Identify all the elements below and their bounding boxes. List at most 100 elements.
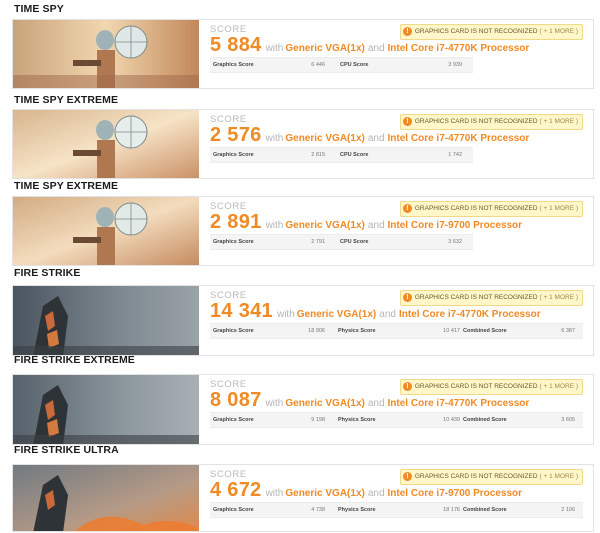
benchmark-card[interactable]: SCORE 14 341 with Generic VGA(1x) and Intel … bbox=[12, 285, 594, 356]
subscore-label: Combined Score bbox=[463, 328, 507, 334]
gpu-link[interactable]: Generic VGA(1x) bbox=[297, 309, 376, 320]
subscore: Combined Score 6 387 bbox=[463, 324, 575, 338]
with-text: with bbox=[265, 43, 284, 54]
subscore-value: 2 106 bbox=[561, 507, 575, 513]
benchmark-title: FIRE STRIKE bbox=[14, 267, 81, 279]
cpu-link[interactable]: Intel Core i7-4770K Processor bbox=[399, 309, 541, 320]
gpu-link[interactable]: Generic VGA(1x) bbox=[285, 488, 364, 499]
cpu-link[interactable]: Intel Core i7-4770K Processor bbox=[388, 43, 530, 54]
gpu-warning-badge[interactable]: ! GRAPHICS CARD IS NOT RECOGNIZED( + 1 MO… bbox=[399, 379, 583, 395]
subscore-value: 6 446 bbox=[311, 62, 325, 68]
and-text: and bbox=[367, 398, 385, 409]
warning-text: GRAPHICS CARD IS NOT RECOGNIZED bbox=[414, 28, 538, 35]
and-text: and bbox=[367, 43, 385, 54]
benchmark-card[interactable]: SCORE 2 576 with Generic VGA(1x) and Intel C… bbox=[12, 109, 594, 179]
warning-more[interactable]: ( + 1 MORE ) bbox=[540, 205, 578, 212]
and-text: and bbox=[379, 309, 396, 320]
benchmark-card[interactable]: SCORE 4 672 with Generic VGA(1x) and Intel C… bbox=[12, 464, 594, 532]
benchmark-card[interactable]: SCORE 5 884 with Generic VGA(1x) and Intel C… bbox=[12, 19, 594, 89]
subscore: Graphics Score 4 738 bbox=[213, 503, 325, 517]
subscore-label: CPU Score bbox=[340, 152, 369, 158]
cpu-link[interactable]: Intel Core i7-4770K Processor bbox=[388, 398, 530, 409]
gpu-warning-badge[interactable]: ! GRAPHICS CARD IS NOT RECOGNIZED( + 1 MO… bbox=[399, 469, 583, 485]
subscore-value: 2 815 bbox=[311, 152, 325, 158]
fire-strike-thumbnail bbox=[13, 286, 199, 355]
subscore-value: 9 198 bbox=[311, 417, 325, 423]
subscore-value: 2 791 bbox=[311, 239, 325, 245]
subscore: Combined Score 2 106 bbox=[463, 503, 575, 517]
subscore: Graphics Score 6 446 bbox=[213, 58, 325, 72]
benchmark-card[interactable]: SCORE 8 087 with Generic VGA(1x) and Intel C… bbox=[12, 374, 594, 445]
score-value: 5 884 bbox=[210, 34, 262, 56]
subscore: Graphics Score 2 791 bbox=[213, 235, 325, 249]
cpu-link[interactable]: Intel Core i7-4770K Processor bbox=[388, 133, 530, 144]
subscore-value: 18 176 bbox=[443, 507, 460, 513]
warning-text: GRAPHICS CARD IS NOT RECOGNIZED bbox=[414, 118, 538, 125]
score-area: SCORE 2 891 with Generic VGA(1x) and Intel C… bbox=[210, 197, 593, 265]
subscore-label: Graphics Score bbox=[213, 62, 254, 68]
score-area: SCORE 2 576 with Generic VGA(1x) and Intel C… bbox=[210, 110, 593, 178]
warning-more[interactable]: ( + 1 MORE ) bbox=[540, 294, 578, 301]
subscore: Physics Score 18 176 bbox=[338, 503, 460, 517]
subscore: Graphics Score 9 198 bbox=[213, 413, 325, 427]
subscore-label: Physics Score bbox=[338, 507, 376, 513]
and-text: and bbox=[367, 220, 385, 231]
with-text: with bbox=[265, 488, 284, 499]
subscore-label: Graphics Score bbox=[213, 417, 254, 423]
subscore-label: Graphics Score bbox=[213, 507, 254, 513]
subscore-value: 1 742 bbox=[448, 152, 462, 158]
gpu-warning-badge[interactable]: ! GRAPHICS CARD IS NOT RECOGNIZED( + 1 MO… bbox=[399, 114, 583, 130]
subscore-label: Physics Score bbox=[338, 328, 376, 334]
warning-text: GRAPHICS CARD IS NOT RECOGNIZED bbox=[414, 205, 538, 212]
with-text: with bbox=[265, 398, 284, 409]
and-text: and bbox=[367, 488, 385, 499]
warning-icon: ! bbox=[402, 471, 412, 481]
warning-icon: ! bbox=[402, 26, 412, 36]
subscore-label: CPU Score bbox=[340, 62, 369, 68]
warning-more[interactable]: ( + 1 MORE ) bbox=[540, 383, 578, 390]
subscore-value: 4 738 bbox=[311, 507, 325, 513]
subscore-label: Combined Score bbox=[463, 417, 507, 423]
gpu-warning-badge[interactable]: ! GRAPHICS CARD IS NOT RECOGNIZED( + 1 MO… bbox=[399, 290, 583, 306]
fire-strike-extreme-thumbnail bbox=[13, 375, 199, 444]
subscore-value: 10 417 bbox=[443, 328, 460, 334]
subscore: Combined Score 3 605 bbox=[463, 413, 575, 427]
cpu-link[interactable]: Intel Core i7-9700 Processor bbox=[388, 220, 523, 231]
subscores-bar: Graphics Score 2 815 CPU Score 1 742 bbox=[210, 147, 473, 163]
subscore: CPU Score 3 939 bbox=[340, 58, 462, 72]
gpu-link[interactable]: Generic VGA(1x) bbox=[285, 398, 364, 409]
warning-icon: ! bbox=[402, 292, 412, 302]
gpu-warning-badge[interactable]: ! GRAPHICS CARD IS NOT RECOGNIZED( + 1 MO… bbox=[399, 201, 583, 217]
with-text: with bbox=[265, 133, 284, 144]
benchmark-title: TIME SPY EXTREME bbox=[14, 94, 119, 106]
warning-icon: ! bbox=[402, 203, 412, 213]
warning-more[interactable]: ( + 1 MORE ) bbox=[540, 473, 578, 480]
warning-icon: ! bbox=[402, 381, 412, 391]
benchmark-title: TIME SPY EXTREME bbox=[14, 180, 119, 192]
score-value: 4 672 bbox=[210, 479, 262, 501]
subscore-label: Graphics Score bbox=[213, 152, 254, 158]
subscore-value: 18 906 bbox=[308, 328, 325, 334]
score-area: SCORE 14 341 with Generic VGA(1x) and Intel … bbox=[210, 286, 593, 355]
gpu-link[interactable]: Generic VGA(1x) bbox=[285, 220, 364, 231]
gpu-warning-badge[interactable]: ! GRAPHICS CARD IS NOT RECOGNIZED( + 1 MO… bbox=[399, 24, 583, 40]
score-area: SCORE 5 884 with Generic VGA(1x) and Intel C… bbox=[210, 20, 593, 88]
warning-text: GRAPHICS CARD IS NOT RECOGNIZED bbox=[414, 473, 538, 480]
score-value: 2 891 bbox=[210, 211, 262, 233]
benchmark-card[interactable]: SCORE 2 891 with Generic VGA(1x) and Intel C… bbox=[12, 196, 594, 266]
warning-more[interactable]: ( + 1 MORE ) bbox=[540, 28, 578, 35]
benchmark-title: FIRE STRIKE EXTREME bbox=[14, 354, 135, 366]
gpu-link[interactable]: Generic VGA(1x) bbox=[285, 133, 364, 144]
warning-text: GRAPHICS CARD IS NOT RECOGNIZED bbox=[414, 383, 538, 390]
gpu-link[interactable]: Generic VGA(1x) bbox=[285, 43, 364, 54]
subscore-value: 3 939 bbox=[448, 62, 462, 68]
score-value: 2 576 bbox=[210, 124, 262, 146]
subscores-bar: Graphics Score 18 906 Physics Score 10 4… bbox=[210, 323, 583, 339]
subscore: Physics Score 10 439 bbox=[338, 413, 460, 427]
time-spy-extreme-thumbnail bbox=[13, 110, 199, 178]
score-area: SCORE 8 087 with Generic VGA(1x) and Intel C… bbox=[210, 375, 593, 444]
warning-more[interactable]: ( + 1 MORE ) bbox=[540, 118, 578, 125]
benchmark-title: TIME SPY bbox=[14, 3, 64, 15]
subscore-value: 6 387 bbox=[561, 328, 575, 334]
cpu-link[interactable]: Intel Core i7-9700 Processor bbox=[388, 488, 523, 499]
